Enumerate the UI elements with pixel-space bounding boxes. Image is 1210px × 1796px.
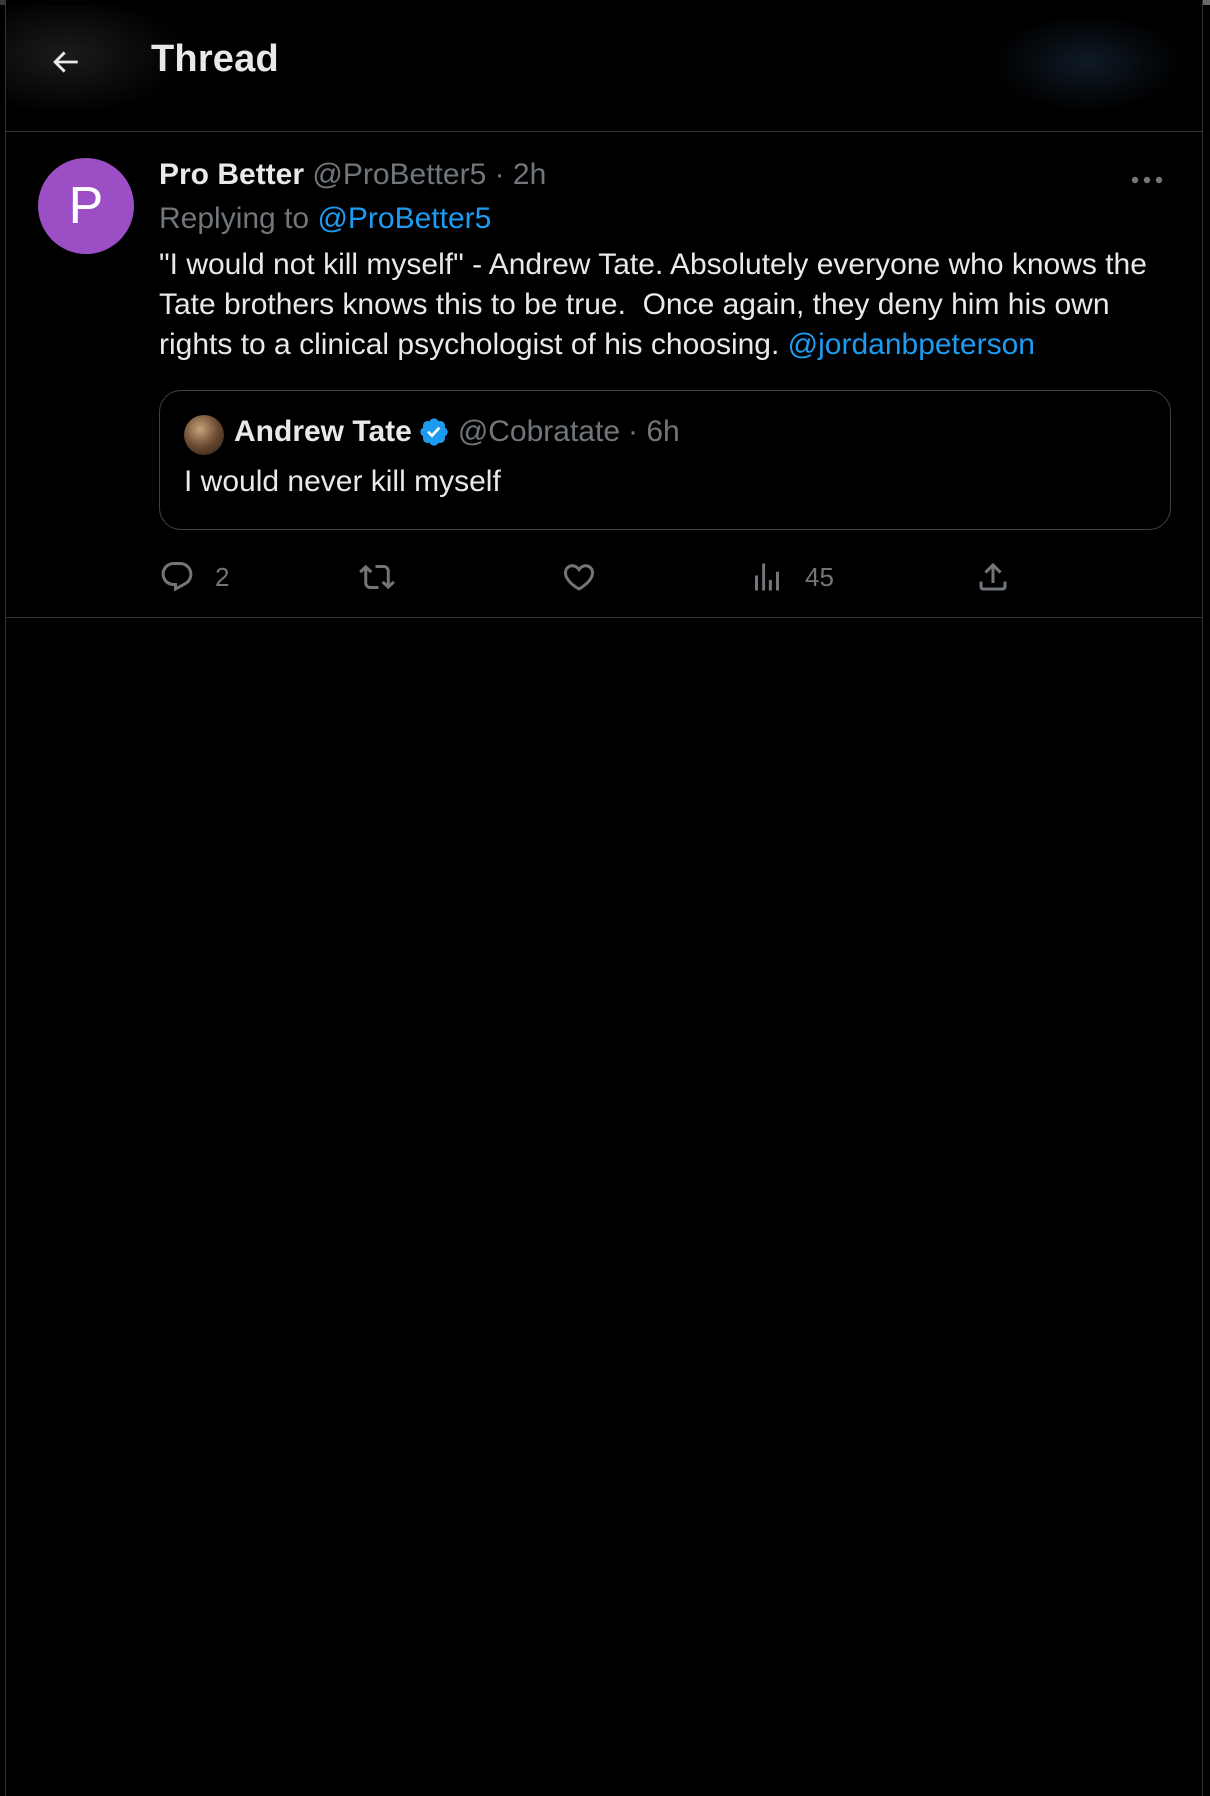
page-title: Thread	[151, 38, 279, 80]
author-handle[interactable]: @ProBetter5	[312, 158, 486, 191]
tweet-actions: 2 45	[159, 552, 1169, 602]
quote-text: I would never kill myself	[184, 465, 501, 498]
replying-to: Replying to @ProBetter5	[159, 202, 491, 236]
quote-author-handle[interactable]: @Cobratate	[458, 415, 620, 449]
quote-header: Andrew Tate @Cobratate · 6h	[234, 415, 680, 449]
tweet-header: Pro Better @ProBetter5 · 2h	[159, 158, 546, 192]
reply-button[interactable]: 2	[159, 552, 229, 602]
tweet-time[interactable]: · 2h	[495, 158, 547, 191]
share-icon	[975, 559, 1011, 595]
retweet-button[interactable]	[359, 552, 415, 602]
thread-column: Thread P Pro Better @ProBetter5 · 2h Rep…	[5, 0, 1203, 1796]
heart-icon	[561, 559, 597, 595]
replying-to-handle[interactable]: @ProBetter5	[317, 202, 491, 235]
views-button[interactable]: 45	[749, 552, 834, 602]
back-button[interactable]	[36, 33, 94, 91]
retweet-icon	[359, 559, 395, 595]
like-button[interactable]	[561, 552, 617, 602]
more-horizontal-icon	[1130, 175, 1164, 185]
avatar[interactable]: P	[38, 158, 134, 254]
reply-count: 2	[215, 561, 230, 592]
quote-time[interactable]: · 6h	[628, 415, 680, 449]
analytics-icon	[749, 559, 785, 595]
quoted-tweet[interactable]: Andrew Tate @Cobratate · 6h I would neve…	[159, 390, 1171, 530]
reply-icon	[159, 559, 195, 595]
header: Thread	[6, 5, 1202, 132]
views-count: 45	[805, 561, 834, 592]
arrow-left-icon	[48, 45, 82, 79]
more-options-button[interactable]	[1122, 162, 1172, 198]
mention-link[interactable]: @jordanbpeterson	[788, 328, 1035, 361]
header-glow	[992, 13, 1182, 113]
replying-to-label: Replying to	[159, 202, 318, 235]
tweet-text: "I would not kill myself" - Andrew Tate.…	[159, 245, 1169, 365]
avatar-letter: P	[68, 177, 104, 235]
verified-badge-icon	[418, 416, 450, 448]
tweet[interactable]: P Pro Better @ProBetter5 · 2h Replying t…	[6, 132, 1202, 618]
quote-author-name[interactable]: Andrew Tate	[234, 415, 412, 449]
share-button[interactable]	[975, 552, 1011, 602]
author-name[interactable]: Pro Better	[159, 158, 304, 191]
quote-avatar[interactable]	[184, 415, 224, 455]
